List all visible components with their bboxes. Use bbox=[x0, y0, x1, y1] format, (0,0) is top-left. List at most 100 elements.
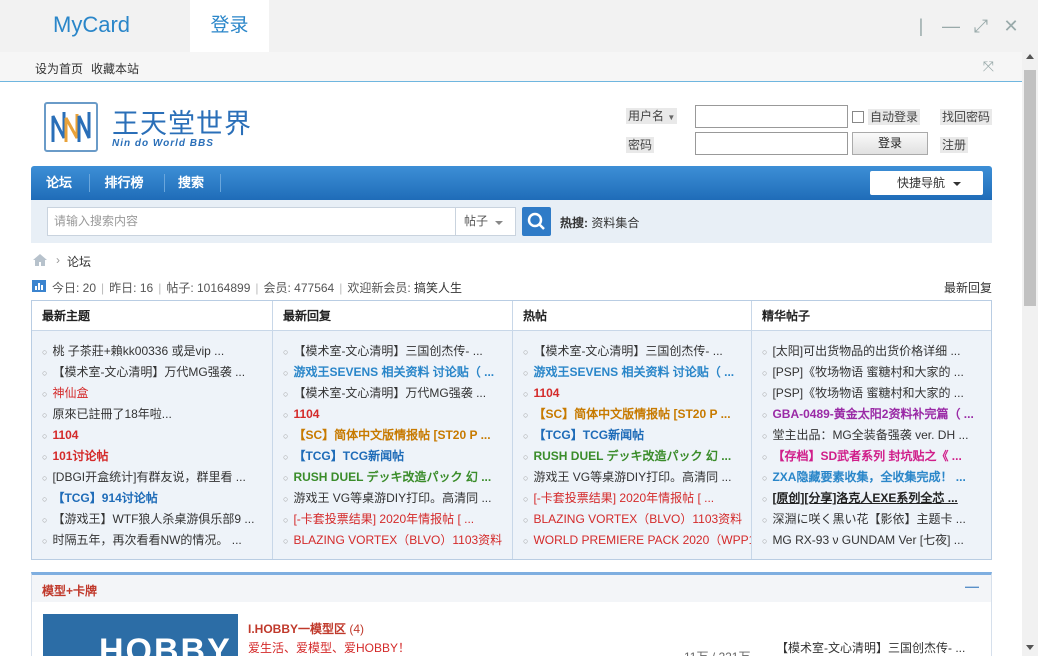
welcome-user[interactable]: 搞笑人生 bbox=[414, 281, 462, 295]
topic-item[interactable]: ○ 【SC】简体中文版情报帖 [ST20 P ... bbox=[273, 425, 513, 446]
collapse-icon[interactable]: — bbox=[965, 578, 979, 594]
site-logo[interactable] bbox=[44, 102, 98, 152]
topic-link[interactable]: MG RX-93 ν GUNDAM Ver [七夜] ... bbox=[772, 533, 963, 547]
topic-item[interactable]: ○ ZXA隐藏要素收集，全收集完成！ ... bbox=[752, 467, 991, 488]
topic-link[interactable]: 【模术室-文心清明】三国创杰传- ... bbox=[293, 344, 482, 358]
search-button[interactable] bbox=[522, 207, 551, 236]
topic-link[interactable]: 1104 bbox=[533, 386, 559, 400]
topic-item[interactable]: ○ 堂主出品：MG全装备强袭 ver. DH ... bbox=[752, 425, 991, 446]
forum-last-post[interactable]: 【模术室-文心清明】三国创杰传- ... bbox=[776, 639, 965, 656]
topic-item[interactable]: ○ 游戏王SEVENS 相关资料 讨论贴（ ... bbox=[273, 362, 513, 383]
topic-link[interactable]: GBA-0489-黄金太阳2资料补完篇（ ... bbox=[772, 407, 973, 421]
topic-item[interactable]: ○ [DBGI开盒统计]有群友说，群里看 ... bbox=[32, 467, 272, 488]
auto-login-label[interactable]: 自动登录 bbox=[868, 109, 921, 125]
forum-name[interactable]: I.HOBBY一模型区 (4) bbox=[248, 620, 364, 637]
username-label[interactable]: 用户名 ▼ bbox=[626, 108, 678, 124]
topic-link[interactable]: 原來已註冊了18年啦... bbox=[52, 407, 171, 421]
topic-link[interactable]: [原创][分享]洛克人EXE系列全芯 ... bbox=[772, 491, 957, 505]
register-link[interactable]: 注册 bbox=[940, 137, 969, 153]
topic-item[interactable]: ○ 时隔五年，再次看看NW的情况。 ... bbox=[32, 530, 272, 551]
topic-item[interactable]: ○ RUSH DUEL デッキ改造パック 幻 ... bbox=[513, 446, 752, 467]
topic-link[interactable]: 【模术室-文心清明】万代MG强袭 ... bbox=[52, 365, 245, 379]
topic-link[interactable]: 游戏王SEVENS 相关资料 讨论贴（ ... bbox=[533, 365, 734, 379]
topic-item[interactable]: ○ WORLD PREMIERE PACK 2020（WPP1 bbox=[513, 530, 752, 551]
maximize-icon[interactable]: ⤢ bbox=[972, 16, 990, 37]
quick-nav-dropdown[interactable]: 快捷导航 bbox=[870, 171, 983, 195]
topic-item[interactable]: ○ RUSH DUEL デッキ改造パック 幻 ... bbox=[273, 467, 513, 488]
forum-banner-image[interactable]: HOBBY bbox=[43, 614, 238, 656]
bookmark-link[interactable]: 收藏本站 bbox=[91, 60, 139, 77]
topic-link[interactable]: [-卡套投票结果] 2020年情报帖 [ ... bbox=[533, 491, 714, 505]
topic-link[interactable]: 深淵に咲く黒い花【影依】主题卡 ... bbox=[772, 512, 965, 526]
scroll-down-icon[interactable] bbox=[1026, 645, 1034, 650]
topic-item[interactable]: ○ GBA-0489-黄金太阳2资料补完篇（ ... bbox=[752, 404, 991, 425]
nav-forum[interactable]: 论坛 bbox=[31, 166, 87, 200]
topic-item[interactable]: ○ 【模术室-文心清明】三国创杰传- ... bbox=[513, 341, 752, 362]
topic-item[interactable]: ○ 【TCG】914讨论帖 bbox=[32, 488, 272, 509]
scroll-up-icon[interactable] bbox=[1026, 54, 1034, 59]
username-input[interactable] bbox=[695, 105, 848, 128]
topic-link[interactable]: [DBGI开盒统计]有群友说，群里看 ... bbox=[52, 470, 245, 484]
topic-link[interactable]: 游戏王 VG等桌游DIY打印。高清同 ... bbox=[293, 491, 491, 505]
scroll-thumb[interactable] bbox=[1024, 70, 1036, 306]
topic-link[interactable]: 游戏王SEVENS 相关资料 讨论贴（ ... bbox=[293, 365, 494, 379]
topic-item[interactable]: ○ 1104 bbox=[32, 425, 272, 446]
login-button[interactable]: 登录 bbox=[852, 132, 928, 155]
topic-item[interactable]: ○ 【TCG】TCG新闻帖 bbox=[513, 425, 752, 446]
topic-item[interactable]: ○ 【模术室-文心清明】三国创杰传- ... bbox=[273, 341, 513, 362]
close-icon[interactable]: ✕ bbox=[1002, 16, 1020, 37]
topic-link[interactable]: 桃 子茶莊+賴kk00336 或是vip ... bbox=[52, 344, 224, 358]
fullscreen-icon[interactable]: ⤧ bbox=[983, 58, 994, 75]
topic-item[interactable]: ○ 游戏王 VG等桌游DIY打印。高清同 ... bbox=[513, 467, 752, 488]
auto-login-checkbox[interactable] bbox=[852, 111, 864, 123]
topic-link[interactable]: 1104 bbox=[52, 428, 78, 442]
topic-item[interactable]: ○ 深淵に咲く黒い花【影依】主题卡 ... bbox=[752, 509, 991, 530]
topic-item[interactable]: ○ [太阳]可出货物品的出货价格详细 ... bbox=[752, 341, 991, 362]
topic-link[interactable]: 【SC】简体中文版情报帖 [ST20 P ... bbox=[533, 407, 730, 421]
category-title[interactable]: 模型+卡牌 bbox=[42, 582, 97, 599]
topic-link[interactable]: 堂主出品：MG全装备强袭 ver. DH ... bbox=[772, 428, 968, 442]
password-input[interactable] bbox=[695, 132, 848, 155]
topic-item[interactable]: ○ 【模术室-文心清明】万代MG强袭 ... bbox=[273, 383, 513, 404]
set-home-link[interactable]: 设为首页 bbox=[35, 60, 83, 77]
breadcrumb-current[interactable]: 论坛 bbox=[67, 253, 91, 270]
topic-item[interactable]: ○ 【SC】简体中文版情报帖 [ST20 P ... bbox=[513, 404, 752, 425]
topic-item[interactable]: ○ [PSP]《牧场物语 蜜糖村和大家的 ... bbox=[752, 362, 991, 383]
topic-link[interactable]: 【存档】SD武者系列 封坑贴之《 ... bbox=[772, 449, 961, 463]
topic-link[interactable]: 时隔五年，再次看看NW的情况。 ... bbox=[52, 533, 241, 547]
topic-link[interactable]: 【TCG】914讨论帖 bbox=[52, 491, 157, 505]
topic-link[interactable]: 游戏王 VG等桌游DIY打印。高清同 ... bbox=[533, 470, 731, 484]
topic-link[interactable]: 1104 bbox=[293, 407, 319, 421]
latest-reply-link[interactable]: 最新回复 bbox=[944, 279, 992, 296]
topic-item[interactable]: ○ 【游戏王】WTF狼人杀桌游俱乐部9 ... bbox=[32, 509, 272, 530]
topic-item[interactable]: ○ [原创][分享]洛克人EXE系列全芯 ... bbox=[752, 488, 991, 509]
minimize-icon[interactable]: — bbox=[942, 16, 960, 37]
topic-item[interactable]: ○ 【存档】SD武者系列 封坑贴之《 ... bbox=[752, 446, 991, 467]
home-icon[interactable] bbox=[32, 253, 48, 267]
topic-link[interactable]: 101讨论帖 bbox=[52, 449, 108, 463]
topic-link[interactable]: [太阳]可出货物品的出货价格详细 ... bbox=[772, 344, 960, 358]
topic-link[interactable]: RUSH DUEL デッキ改造パック 幻 ... bbox=[533, 449, 731, 463]
topic-link[interactable]: 【模术室-文心清明】三国创杰传- ... bbox=[533, 344, 722, 358]
topic-link[interactable]: [PSP]《牧场物语 蜜糖村和大家的 ... bbox=[772, 386, 963, 400]
topic-link[interactable]: [-卡套投票结果] 2020年情报帖 [ ... bbox=[293, 512, 474, 526]
nav-ranking[interactable]: 排行榜 bbox=[93, 166, 155, 200]
topic-link[interactable]: 【SC】简体中文版情报帖 [ST20 P ... bbox=[293, 428, 490, 442]
tab-login[interactable]: 登录 bbox=[190, 0, 269, 52]
topic-link[interactable]: WORLD PREMIERE PACK 2020（WPP1 bbox=[533, 533, 752, 547]
topic-item[interactable]: ○ 1104 bbox=[273, 404, 513, 425]
topic-item[interactable]: ○ 【TCG】TCG新闻帖 bbox=[273, 446, 513, 467]
topic-item[interactable]: ○ 原來已註冊了18年啦... bbox=[32, 404, 272, 425]
topic-item[interactable]: ○ 101讨论帖 bbox=[32, 446, 272, 467]
topic-link[interactable]: ZXA隐藏要素收集，全收集完成！ ... bbox=[772, 470, 965, 484]
topic-item[interactable]: ○ 游戏王 VG等桌游DIY打印。高清同 ... bbox=[273, 488, 513, 509]
topic-item[interactable]: ○ [-卡套投票结果] 2020年情报帖 [ ... bbox=[513, 488, 752, 509]
topic-item[interactable]: ○ 桃 子茶莊+賴kk00336 或是vip ... bbox=[32, 341, 272, 362]
topic-item[interactable]: ○ 游戏王SEVENS 相关资料 讨论贴（ ... bbox=[513, 362, 752, 383]
topic-item[interactable]: ○ [PSP]《牧场物语 蜜糖村和大家的 ... bbox=[752, 383, 991, 404]
topic-item[interactable]: ○ BLAZING VORTEX（BLVO）1103资料 bbox=[273, 530, 513, 551]
topic-item[interactable]: ○ MG RX-93 ν GUNDAM Ver [七夜] ... bbox=[752, 530, 991, 551]
topic-link[interactable]: [PSP]《牧场物语 蜜糖村和大家的 ... bbox=[772, 365, 963, 379]
topic-link[interactable]: BLAZING VORTEX（BLVO）1103资料 bbox=[533, 512, 742, 526]
topic-item[interactable]: ○ [-卡套投票结果] 2020年情报帖 [ ... bbox=[273, 509, 513, 530]
